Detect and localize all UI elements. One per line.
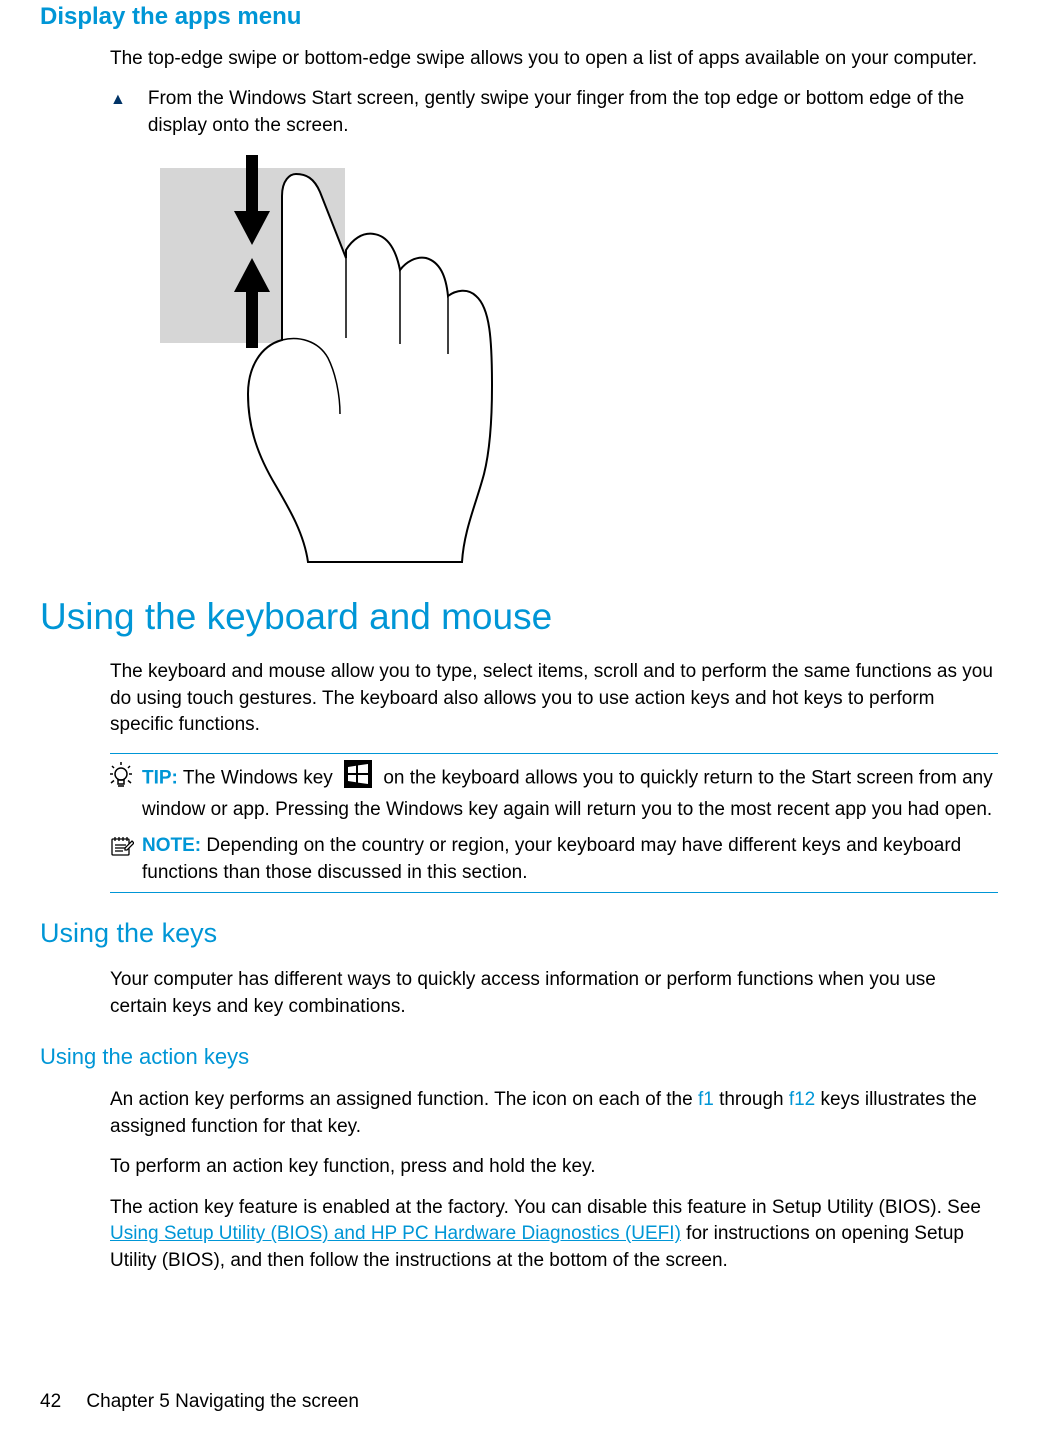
- para-keyboard-mouse: The keyboard and mouse allow you to type…: [110, 659, 998, 739]
- page-number: 42: [40, 1391, 61, 1412]
- step-text: From the Windows Start screen, gently sw…: [148, 86, 998, 139]
- hand-pointing-icon: [240, 168, 500, 568]
- step-marker-icon: ▲: [110, 86, 126, 111]
- gesture-illustration: [160, 153, 998, 553]
- para-action-keys-3: The action key feature is enabled at the…: [110, 1195, 998, 1275]
- callout-rule-top: [110, 753, 998, 754]
- heading-using-keys: Using the keys: [40, 915, 998, 953]
- para-apps-menu: The top-edge swipe or bottom-edge swipe …: [110, 46, 998, 73]
- note-text: Depending on the country or region, your…: [142, 835, 961, 883]
- f1-key-label: f1: [698, 1089, 714, 1110]
- link-setup-utility[interactable]: Using Setup Utility (BIOS) and HP PC Har…: [110, 1223, 681, 1244]
- heading-action-keys: Using the action keys: [40, 1042, 998, 1073]
- note-label: NOTE:: [142, 835, 201, 856]
- tip-label: TIP:: [142, 767, 178, 788]
- tip-callout: TIP: The Windows key on the keyboard all…: [110, 760, 998, 823]
- lightbulb-icon: [110, 760, 134, 797]
- tip-text-before: The Windows key: [183, 767, 333, 788]
- chapter-label: Chapter 5 Navigating the screen: [86, 1391, 359, 1412]
- f12-key-label: f12: [789, 1089, 815, 1110]
- heading-keyboard-mouse: Using the keyboard and mouse: [40, 591, 998, 643]
- para-ak3-a: The action key feature is enabled at the…: [110, 1197, 981, 1218]
- para-using-keys: Your computer has different ways to quic…: [110, 967, 998, 1020]
- page-footer: 42 Chapter 5 Navigating the screen: [40, 1389, 359, 1416]
- step-item: ▲ From the Windows Start screen, gently …: [110, 86, 998, 139]
- callout-rule-bottom: [110, 892, 998, 893]
- para-ak1-b: through: [714, 1089, 789, 1110]
- para-ak1-a: An action key performs an assigned funct…: [110, 1089, 698, 1110]
- windows-key-icon: [344, 760, 372, 797]
- para-action-keys-2: To perform an action key function, press…: [110, 1154, 998, 1181]
- heading-display-apps-menu: Display the apps menu: [40, 0, 998, 34]
- para-action-keys-1: An action key performs an assigned funct…: [110, 1087, 998, 1140]
- note-callout: NOTE: Depending on the country or region…: [110, 833, 998, 886]
- note-icon: [110, 833, 134, 866]
